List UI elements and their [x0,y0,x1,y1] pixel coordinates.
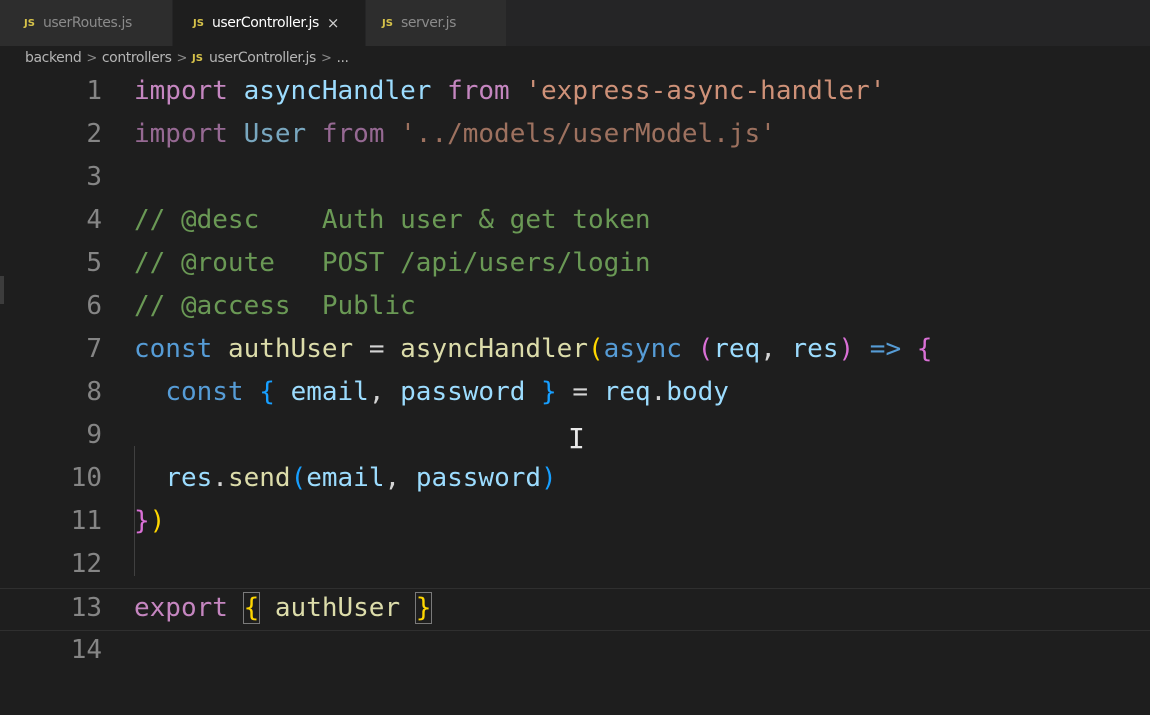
line-number: 12 [70,549,102,579]
tab-usercontroller[interactable]: JS userController.js × [173,0,365,46]
line-number: 3 [86,162,102,192]
tab-label: server.js [400,15,457,31]
editor-tab-bar: JS userRoutes.js JS userController.js × … [0,0,1150,46]
line-number: 1 [86,76,102,106]
tab-userroutes[interactable]: JS userRoutes.js [0,0,172,46]
chevron-right-icon: > [176,50,188,66]
breadcrumb-item-backend[interactable]: backend [25,50,82,66]
code-line[interactable]: 3 [0,158,1150,201]
chevron-right-icon: > [320,50,332,66]
javascript-file-icon: JS [193,17,204,29]
line-number: 6 [86,291,102,321]
javascript-file-icon: JS [192,52,203,64]
line-number: 9 [86,420,102,450]
line-number: 10 [70,463,102,493]
code-text: import asyncHandler from 'express-async-… [134,76,886,106]
matched-bracket: } [414,592,433,624]
chevron-right-icon: > [86,50,97,66]
javascript-file-icon: JS [382,17,393,29]
code-line[interactable]: 6 // @access Public [0,287,1150,330]
tab-label: userController.js [211,15,319,31]
code-editor[interactable]: 1 import asyncHandler from 'express-asyn… [0,72,1150,715]
text-cursor-icon: I [568,422,585,455]
code-text: export { authUser } [134,592,433,624]
code-line[interactable]: 7 const authUser = asyncHandler(async (r… [0,330,1150,373]
code-line[interactable]: 12 [0,545,1150,588]
code-text: }) [134,506,166,536]
comment-text: // @access Public [134,291,416,321]
breadcrumb-item-file[interactable]: userController.js [209,50,316,66]
comment-text: // @desc Auth user & get token [134,205,651,235]
close-icon[interactable]: × [327,14,340,32]
tab-label: userRoutes.js [42,15,132,31]
line-number: 14 [70,635,102,665]
tab-server[interactable]: JS server.js [366,0,506,46]
code-line[interactable]: 10 res.send(email, password) [0,459,1150,502]
code-line[interactable]: 14 [0,631,1150,674]
code-text: res.send(email, password) [165,463,557,493]
line-number: 7 [86,334,102,364]
code-line[interactable]: 4 // @desc Auth user & get token [0,201,1150,244]
breadcrumb: backend > controllers > JS userControlle… [25,47,349,69]
line-number: 8 [86,377,102,407]
code-line[interactable]: 8 const { email, password } = req.body [0,373,1150,416]
code-line[interactable]: 2 import User from '../models/userModel.… [0,115,1150,158]
line-number: 5 [86,248,102,278]
code-line[interactable]: 5 // @route POST /api/users/login [0,244,1150,287]
code-text: const authUser = asyncHandler(async (req… [134,334,933,364]
line-number: 13 [70,593,102,623]
line-number: 11 [70,506,102,536]
line-number: 4 [86,205,102,235]
code-line[interactable]: 1 import asyncHandler from 'express-asyn… [0,72,1150,115]
current-code-line[interactable]: 13 export { authUser } [0,588,1150,631]
javascript-file-icon: JS [24,17,35,29]
code-text: import User from '../models/userModel.js… [134,119,776,149]
line-number: 2 [86,119,102,149]
code-text: const { email, password } = req.body [165,377,729,407]
breadcrumb-item-symbols[interactable]: ... [336,50,349,66]
code-line[interactable]: 11 }) [0,502,1150,545]
breadcrumb-item-controllers[interactable]: controllers [102,50,172,66]
matched-bracket: { [242,592,261,624]
comment-text: // @route POST /api/users/login [134,248,651,278]
